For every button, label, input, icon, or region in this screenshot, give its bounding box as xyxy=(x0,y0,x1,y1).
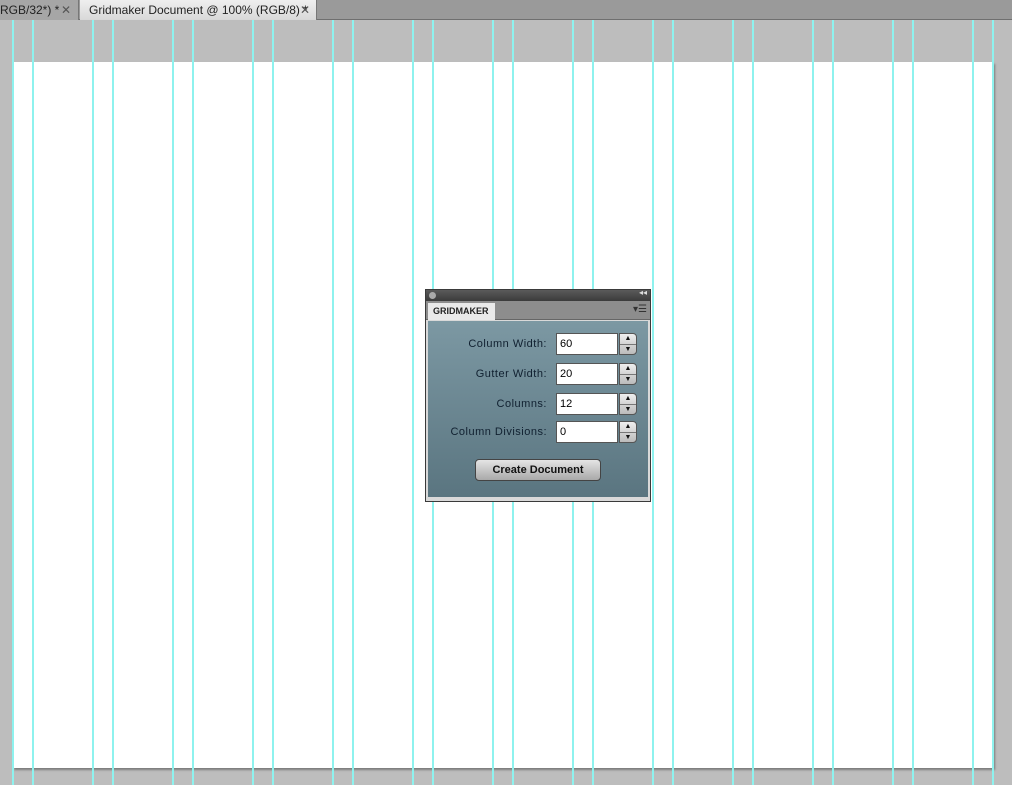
guide-line xyxy=(992,20,994,785)
guide-line xyxy=(752,20,754,785)
arrow-down-icon[interactable]: ▼ xyxy=(620,344,636,354)
column-width-row: Column Width: 60 ▲ ▼ xyxy=(428,333,648,356)
guide-line xyxy=(652,20,654,785)
gutter-width-input[interactable]: 20 xyxy=(556,363,618,385)
tab-label: RGB/32*) * xyxy=(0,3,60,17)
field-label: Gutter Width: xyxy=(475,368,547,380)
guide-line xyxy=(12,20,14,785)
guide-line xyxy=(672,20,674,785)
guide-line xyxy=(812,20,814,785)
guide-line xyxy=(172,20,174,785)
tab-gridmaker-document[interactable]: Gridmaker Document @ 100% (RGB/8) * ✕ xyxy=(80,0,317,20)
field-label: Columns: xyxy=(496,398,547,410)
guide-line xyxy=(412,20,414,785)
columns-input[interactable]: 12 xyxy=(556,393,618,415)
column-divisions-row: Column Divisions: 0 ▲ ▼ xyxy=(428,421,648,444)
gutter-width-row: Gutter Width: 20 ▲ ▼ xyxy=(428,363,648,386)
field-label: Column Divisions: xyxy=(450,426,547,438)
panel-tab-bar: GRIDMAKER ▾☰ xyxy=(426,301,650,320)
guide-line xyxy=(92,20,94,785)
close-icon[interactable]: ✕ xyxy=(61,0,71,20)
panel-titlebar[interactable]: ◂◂ xyxy=(426,288,650,301)
guide-line xyxy=(832,20,834,785)
columns-row: Columns: 12 ▲ ▼ xyxy=(428,393,648,416)
arrow-up-icon[interactable]: ▲ xyxy=(620,334,636,344)
guide-line xyxy=(972,20,974,785)
column-divisions-stepper[interactable]: ▲ ▼ xyxy=(619,421,637,443)
close-panel-icon[interactable] xyxy=(429,292,436,299)
guide-line xyxy=(252,20,254,785)
guide-line xyxy=(332,20,334,785)
columns-stepper[interactable]: ▲ ▼ xyxy=(619,393,637,415)
create-document-button[interactable]: Create Document xyxy=(475,459,601,481)
guide-line xyxy=(352,20,354,785)
document-tab-bar: RGB/32*) * ✕ Gridmaker Document @ 100% (R… xyxy=(0,0,1012,20)
arrow-down-icon[interactable]: ▼ xyxy=(620,374,636,384)
collapse-icon[interactable]: ◂◂ xyxy=(639,288,647,297)
field-label: Column Width: xyxy=(468,338,547,350)
guide-line xyxy=(732,20,734,785)
guide-line xyxy=(112,20,114,785)
guide-line xyxy=(192,20,194,785)
gutter-width-stepper[interactable]: ▲ ▼ xyxy=(619,363,637,385)
arrow-up-icon[interactable]: ▲ xyxy=(620,422,636,432)
tab-previous-document[interactable]: RGB/32*) * ✕ xyxy=(0,0,79,20)
gridmaker-panel: ◂◂ GRIDMAKER ▾☰ Column Width: 60 ▲ ▼ Gutt… xyxy=(425,288,651,502)
arrow-down-icon[interactable]: ▼ xyxy=(620,404,636,414)
close-icon[interactable]: ✕ xyxy=(300,0,310,20)
arrow-down-icon[interactable]: ▼ xyxy=(620,432,636,442)
column-width-input[interactable]: 60 xyxy=(556,333,618,355)
tab-label: Gridmaker Document @ 100% (RGB/8) * xyxy=(89,3,308,17)
guide-line xyxy=(892,20,894,785)
tab-gridmaker[interactable]: GRIDMAKER xyxy=(428,303,495,320)
column-divisions-input[interactable]: 0 xyxy=(556,421,618,443)
panel-body: Column Width: 60 ▲ ▼ Gutter Width: 20 ▲ ▼ … xyxy=(428,321,648,497)
panel-menu-icon[interactable]: ▾☰ xyxy=(633,304,647,315)
guide-line xyxy=(32,20,34,785)
arrow-up-icon[interactable]: ▲ xyxy=(620,394,636,404)
arrow-up-icon[interactable]: ▲ xyxy=(620,364,636,374)
guide-line xyxy=(912,20,914,785)
column-width-stepper[interactable]: ▲ ▼ xyxy=(619,333,637,355)
guide-line xyxy=(272,20,274,785)
